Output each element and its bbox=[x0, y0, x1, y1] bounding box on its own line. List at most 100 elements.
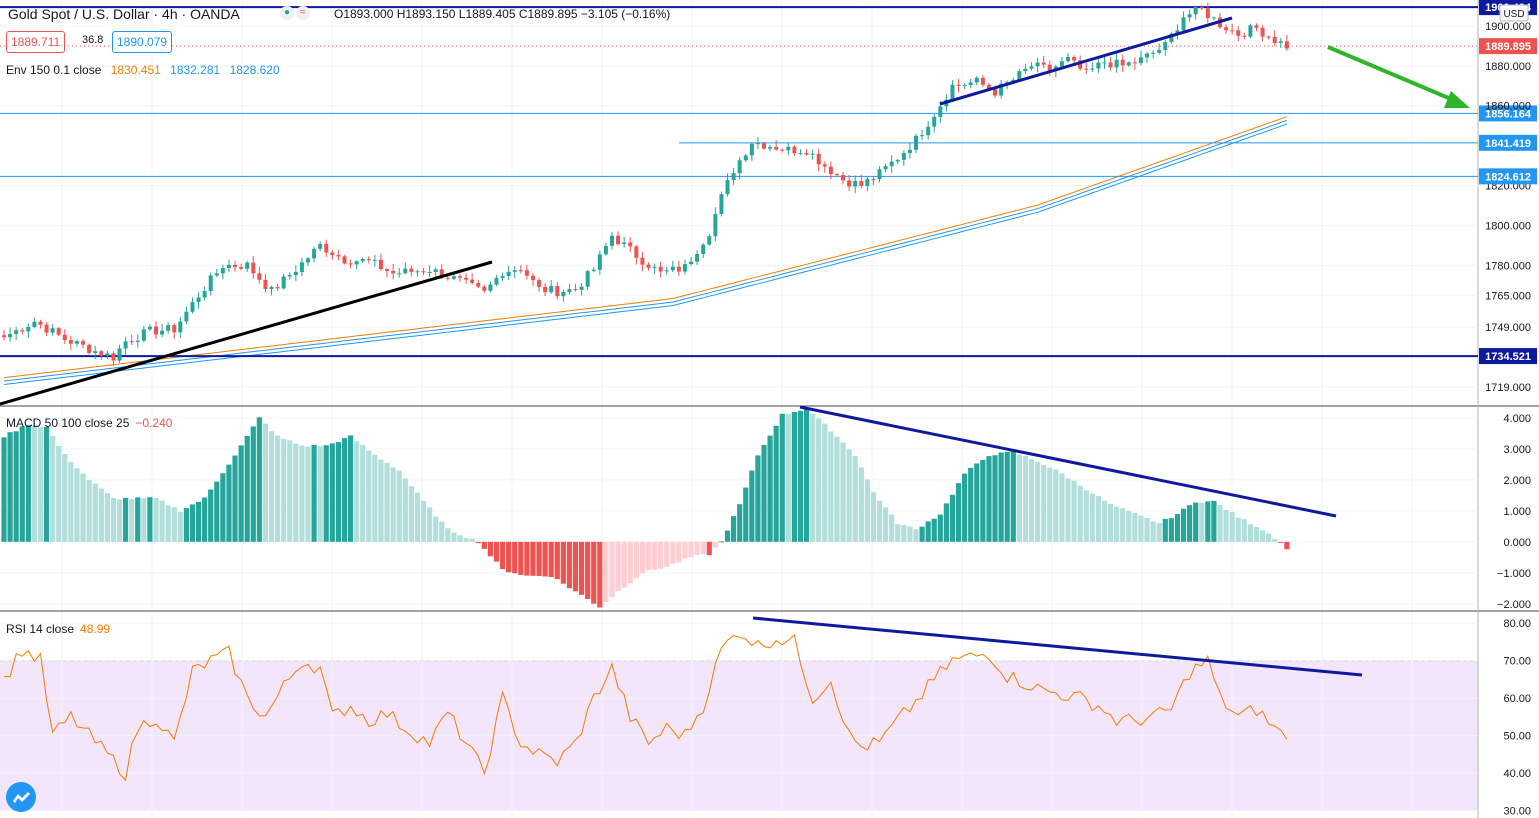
macd-bar bbox=[80, 473, 86, 542]
macd-bar bbox=[962, 473, 968, 542]
macd-bar bbox=[396, 470, 402, 542]
macd-bar bbox=[1247, 524, 1253, 542]
macd-bar bbox=[287, 440, 293, 542]
macd-bar bbox=[554, 541, 560, 580]
axis-tick-label: 1719.000 bbox=[1485, 382, 1531, 394]
macd-bar bbox=[724, 530, 731, 542]
axis-tick-label: 1.000 bbox=[1503, 506, 1531, 518]
macd-bar bbox=[1168, 518, 1174, 542]
candle-body bbox=[1272, 37, 1277, 44]
candle-body bbox=[403, 268, 408, 274]
axis-tick-label: 60.00 bbox=[1503, 693, 1531, 705]
candle-body bbox=[573, 289, 578, 291]
candle-body bbox=[676, 266, 681, 272]
candle-body bbox=[81, 341, 86, 345]
axis-tick-label: 1734.521 bbox=[1485, 351, 1531, 363]
axis-tick-label: 70.00 bbox=[1503, 656, 1531, 668]
macd-bar bbox=[214, 481, 220, 542]
candle-body bbox=[1260, 27, 1265, 37]
macd-bar bbox=[1138, 515, 1144, 542]
macd-bar bbox=[609, 541, 615, 598]
candle-body bbox=[555, 286, 560, 297]
candle-body bbox=[147, 326, 152, 330]
axis-tick-label: 1889.895 bbox=[1485, 41, 1531, 53]
candle-body bbox=[1248, 25, 1253, 37]
macd-bar bbox=[639, 541, 645, 574]
candle-body bbox=[445, 277, 450, 279]
axis-tick-label: 1824.612 bbox=[1485, 171, 1531, 183]
macd-bar bbox=[232, 455, 238, 542]
macd-bar bbox=[1278, 541, 1284, 543]
candle-body bbox=[458, 276, 462, 278]
candle-body bbox=[859, 180, 864, 187]
candle-body bbox=[877, 169, 882, 180]
tradingview-logo-icon[interactable] bbox=[6, 782, 36, 812]
macd-bar bbox=[1047, 467, 1053, 542]
candle-body bbox=[257, 273, 262, 280]
macd-bar bbox=[62, 453, 68, 542]
candle-body bbox=[239, 267, 244, 269]
candle-body bbox=[166, 325, 171, 331]
candle-body bbox=[1145, 53, 1150, 58]
down-arrow-head bbox=[1444, 91, 1470, 108]
macd-bar bbox=[378, 459, 384, 542]
envelope-legend[interactable]: Env 150 0.1 close 1830.451 1832.281 1828… bbox=[6, 63, 280, 77]
macd-bar bbox=[670, 541, 676, 564]
candle-body bbox=[914, 135, 918, 150]
candle-body bbox=[549, 286, 554, 293]
candle-body bbox=[749, 143, 754, 156]
candle-body bbox=[506, 271, 511, 277]
macd-bar bbox=[281, 438, 287, 542]
macd-bar bbox=[390, 467, 396, 542]
market-open-icon[interactable]: ● bbox=[280, 6, 295, 20]
macd-bar bbox=[311, 444, 317, 542]
macd-bar bbox=[189, 504, 196, 542]
macd-bar bbox=[402, 478, 408, 542]
candle-body bbox=[275, 287, 280, 289]
candle-body bbox=[154, 326, 158, 335]
macd-bar bbox=[949, 494, 956, 542]
candle-body bbox=[1236, 30, 1241, 36]
macd-bar bbox=[13, 431, 19, 542]
macd-bar bbox=[603, 541, 609, 603]
candle-body bbox=[312, 248, 317, 259]
chart-canvas[interactable]: 1719.000 1734.521 1749.000 1765.000 1780.000… bbox=[0, 0, 1539, 818]
rsi-label: RSI 14 close bbox=[6, 622, 75, 636]
macd-bar bbox=[1065, 478, 1071, 542]
candle-body bbox=[245, 262, 250, 269]
macd-legend[interactable]: MACD 50 100 close 25 −0.240 bbox=[6, 416, 172, 430]
macd-bar bbox=[1089, 493, 1095, 542]
candle-body bbox=[1102, 62, 1107, 64]
candle-body bbox=[847, 180, 852, 187]
candle-body bbox=[38, 321, 43, 325]
candle-body bbox=[1199, 7, 1204, 9]
candle-body bbox=[233, 264, 238, 268]
macd-bar bbox=[1229, 511, 1235, 542]
macd-bar bbox=[323, 445, 329, 542]
candle-body bbox=[293, 271, 298, 276]
macd-bar bbox=[56, 445, 62, 542]
macd-bar bbox=[445, 528, 451, 542]
buy-button[interactable]: 1890.079 bbox=[112, 31, 173, 53]
sell-button[interactable]: 1889.711 bbox=[6, 31, 66, 53]
delay-icon[interactable]: ≈ bbox=[296, 6, 310, 20]
macd-bar bbox=[664, 541, 670, 567]
candle-body bbox=[306, 258, 310, 263]
macd-bar bbox=[572, 541, 579, 592]
candle-body bbox=[713, 214, 718, 237]
axis-tick-label: 1880.000 bbox=[1485, 61, 1531, 73]
macd-bar bbox=[536, 541, 542, 576]
candle-body bbox=[385, 269, 390, 271]
axis-tick-label: 0.000 bbox=[1503, 537, 1531, 549]
macd-bar bbox=[731, 516, 737, 542]
symbol-title[interactable]: Gold Spot / U.S. Dollar · 4h · OANDA bbox=[8, 6, 240, 22]
candle-body bbox=[470, 279, 475, 284]
macd-bar bbox=[37, 427, 44, 542]
macd-bar bbox=[858, 467, 864, 542]
macd-bar bbox=[25, 425, 31, 542]
rsi-legend[interactable]: RSI 14 close 48.99 bbox=[6, 622, 110, 636]
macd-bar bbox=[86, 480, 92, 542]
macd-bar bbox=[658, 541, 664, 569]
candle-body bbox=[658, 266, 663, 272]
macd-bar bbox=[177, 512, 183, 542]
